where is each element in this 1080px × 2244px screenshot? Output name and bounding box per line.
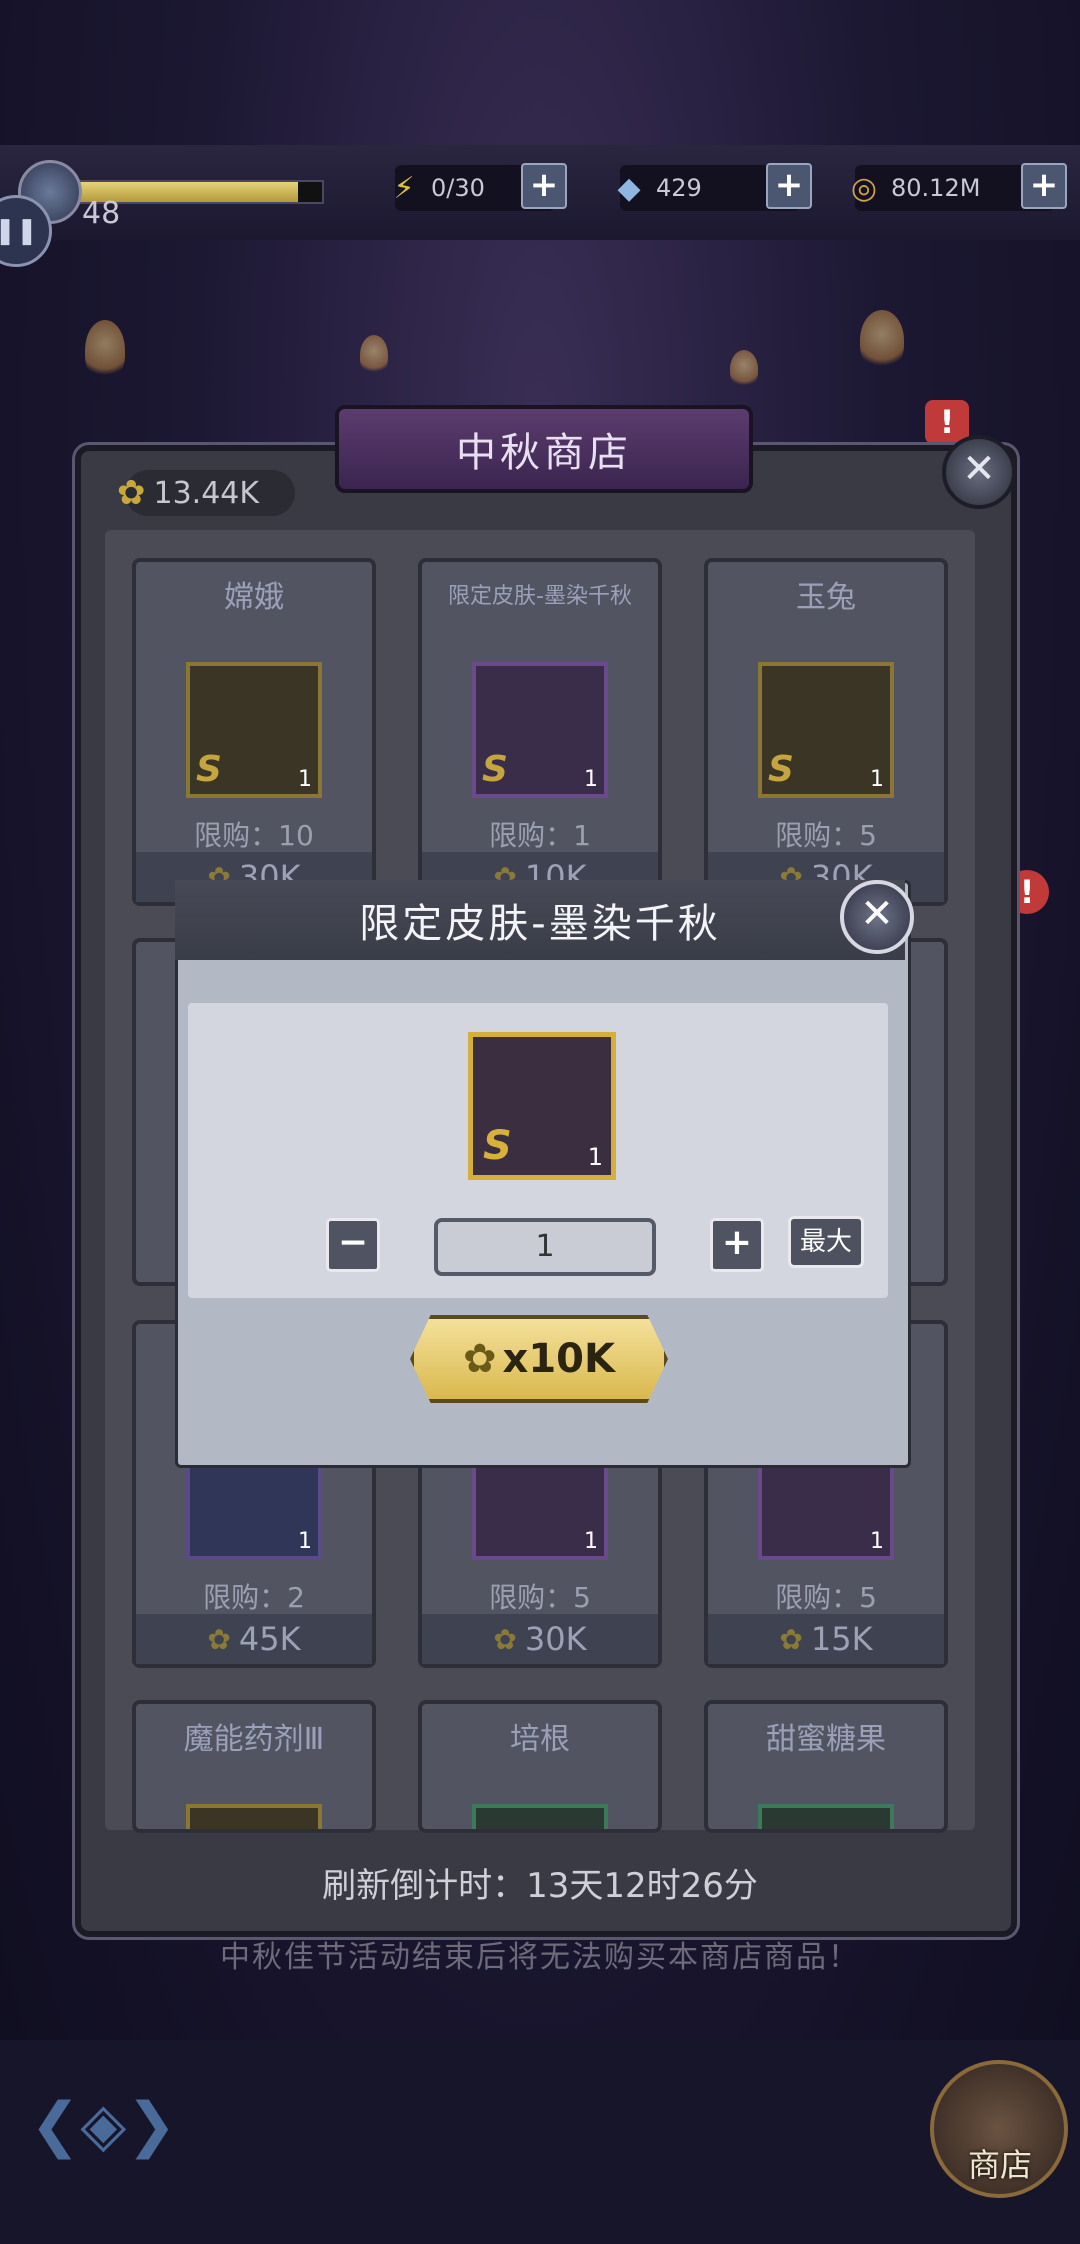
shop-item-card[interactable]: 限定皮肤-墨染千秋 S 1 限购：1 ✿ 10K	[418, 558, 662, 906]
add-coins-button[interactable]: +	[1021, 163, 1067, 209]
item-name: 限定皮肤-墨染千秋	[448, 584, 632, 609]
item-count: 1	[298, 1529, 312, 1554]
shop-item-card[interactable]: 魔能药剂Ⅲ	[132, 1700, 376, 1833]
osmanthus-icon: ✿	[493, 1622, 517, 1656]
item-count: 1	[584, 1529, 598, 1554]
lantern-decoration	[730, 350, 758, 388]
purchase-limit: 限购：5	[775, 1581, 877, 1614]
item-count: 1	[870, 767, 884, 792]
price-value: 30K	[524, 1620, 587, 1658]
item-thumbnail	[758, 1804, 894, 1829]
gem-counter: ◆ 429 +	[617, 163, 812, 211]
rarity-badge: S	[196, 749, 222, 790]
max-quantity-button[interactable]: 最大	[788, 1216, 864, 1268]
item-count: 1	[587, 1143, 603, 1171]
lightning-icon: ⚡	[393, 170, 415, 206]
item-price: ✿ 45K	[136, 1614, 372, 1664]
decrease-quantity-button[interactable]: −	[326, 1218, 380, 1272]
purchase-limit: 限购：2	[203, 1581, 305, 1614]
lantern-decoration	[860, 310, 904, 370]
shop-item-card[interactable]: 玉兔 S 1 限购：5 ✿ 30K	[704, 558, 948, 906]
energy-value: 0/30	[431, 174, 485, 202]
rarity-badge: S	[482, 749, 508, 790]
osmanthus-icon: ✿	[207, 1622, 231, 1656]
festival-currency: ✿ 13.44K	[117, 470, 295, 516]
shop-title: 中秋商店	[335, 405, 753, 493]
shop-close-button[interactable]: ✕	[942, 435, 1016, 509]
dialog-title: 限定皮肤-墨染千秋	[175, 880, 905, 960]
item-name: 玉兔	[796, 580, 856, 615]
item-name: 培根	[510, 1722, 570, 1757]
dialog-item-thumbnail: S 1	[468, 1032, 616, 1180]
price-value: 45K	[238, 1620, 301, 1658]
osmanthus-icon: ✿	[463, 1336, 497, 1382]
gem-icon: ◆	[617, 170, 641, 206]
purchase-limit: 限购：10	[194, 819, 314, 852]
coin-icon: ◎	[850, 170, 878, 206]
item-count: 1	[584, 767, 598, 792]
purchase-limit: 限购：1	[489, 819, 591, 852]
close-icon: ✕	[860, 891, 894, 937]
increase-quantity-button[interactable]: +	[710, 1218, 764, 1272]
price-value: 15K	[810, 1620, 873, 1658]
item-thumbnail	[472, 1804, 608, 1829]
purchase-limit: 限购：5	[489, 1581, 591, 1614]
dialog-close-button[interactable]: ✕	[840, 880, 914, 954]
item-thumbnail	[186, 1804, 322, 1829]
rarity-badge: S	[768, 749, 794, 790]
osmanthus-icon: ✿	[779, 1622, 803, 1656]
buy-price: x10K	[502, 1336, 615, 1382]
item-thumbnail: S 1	[472, 662, 608, 798]
back-nav-icon[interactable]: ❮◈❯	[30, 2090, 177, 2160]
pause-icon: ❚❚	[0, 216, 38, 246]
add-energy-button[interactable]: +	[521, 163, 567, 209]
shop-nav-label: 商店	[967, 2146, 1032, 2184]
item-count: 1	[298, 767, 312, 792]
add-gems-button[interactable]: +	[766, 163, 812, 209]
lantern-decoration	[85, 320, 125, 380]
rarity-badge: S	[483, 1123, 512, 1169]
coin-counter: ◎ 80.12M +	[851, 163, 1067, 211]
lantern-decoration	[360, 335, 388, 375]
item-price: ✿ 15K	[708, 1614, 944, 1664]
item-thumbnail: S 1	[186, 662, 322, 798]
item-price: ✿ 30K	[422, 1614, 658, 1664]
quantity-input[interactable]	[434, 1218, 656, 1276]
osmanthus-icon: ✿	[117, 473, 146, 513]
gem-value: 429	[656, 174, 702, 202]
item-thumbnail: S 1	[758, 662, 894, 798]
shop-item-card[interactable]: 培根	[418, 1700, 662, 1833]
buy-button[interactable]: ✿ x10K	[410, 1315, 668, 1403]
purchase-limit: 限购：5	[775, 819, 877, 852]
close-icon: ✕	[962, 446, 996, 492]
festival-currency-value: 13.44K	[153, 475, 260, 511]
shop-item-card[interactable]: 甜蜜糖果	[704, 1700, 948, 1833]
item-name: 甜蜜糖果	[766, 1722, 886, 1757]
item-name: 魔能药剂Ⅲ	[183, 1722, 325, 1757]
player-level: 48	[82, 196, 121, 231]
alert-badge: !	[925, 400, 969, 444]
item-name: 嫦娥	[224, 580, 284, 615]
coin-value: 80.12M	[891, 174, 981, 202]
shop-notice: 中秋佳节活动结束后将无法购买本商店商品！	[220, 1940, 860, 1975]
refresh-countdown: 刷新倒计时：13天12时26分	[322, 1866, 758, 1906]
energy-counter: ⚡ 0/30 +	[393, 163, 567, 211]
item-count: 1	[870, 1529, 884, 1554]
shop-item-card[interactable]: 嫦娥 S 1 限购：10 ✿ 30K	[132, 558, 376, 906]
